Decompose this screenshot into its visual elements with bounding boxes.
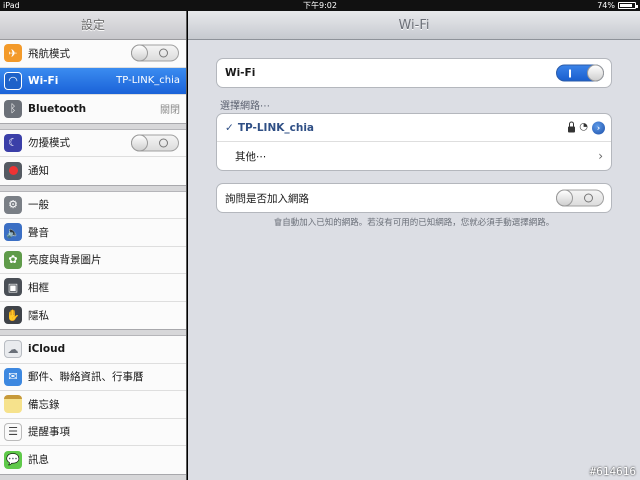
airplane-icon: ✈ bbox=[4, 44, 22, 63]
sidebar-item-wifi[interactable]: ◠ Wi-Fi TP-LINK_chia bbox=[0, 67, 186, 95]
notification-icon bbox=[4, 161, 22, 180]
clock: 下午9:02 bbox=[303, 1, 337, 10]
sidebar-item-label: iCloud bbox=[28, 343, 66, 356]
wifi-toggle-card: Wi-Fi bbox=[216, 58, 612, 88]
ask-to-join-switch[interactable] bbox=[556, 189, 604, 207]
wifi-switch[interactable] bbox=[556, 64, 604, 82]
sidebar-item-sounds[interactable]: 🔈 聲音 bbox=[0, 219, 186, 247]
sidebar-item-label: 訊息 bbox=[28, 454, 49, 467]
ask-to-join-card: 詢問是否加入網路 bbox=[216, 183, 612, 213]
sidebar-item-notes[interactable]: 備忘錄 bbox=[0, 391, 186, 419]
sidebar-item-bluetooth[interactable]: ᛒ Bluetooth 關閉 bbox=[0, 95, 186, 123]
hand-icon: ✋ bbox=[4, 306, 22, 325]
sidebar-item-messages[interactable]: 💬 訊息 bbox=[0, 446, 186, 474]
wifi-signal-icon: ◔ bbox=[579, 121, 588, 133]
network-list: ✓ TP-LINK_chia ◔ › 其他⋯ › bbox=[216, 113, 612, 171]
sidebar-item-value: TP-LINK_chia bbox=[116, 75, 180, 87]
bluetooth-icon: ᛒ bbox=[4, 99, 22, 118]
sidebar-item-brightness-wallpaper[interactable]: ✿ 亮度與背景圖片 bbox=[0, 247, 186, 274]
status-bar: iPad 下午9:02 74% bbox=[0, 0, 640, 11]
sidebar-group-accounts: ☁ iCloud ✉ 郵件、聯絡資訊、行事曆 備忘錄 ☰ 提醒事項 💬 訊息 bbox=[0, 336, 186, 475]
network-name: TP-LINK_chia bbox=[237, 121, 314, 134]
choose-network-label: 選擇網路⋯ bbox=[220, 101, 270, 112]
speaker-icon: 🔈 bbox=[4, 223, 22, 242]
wifi-detail-panel: Wi-Fi Wi-Fi 選擇網路⋯ ✓ TP-LINK_chia ◔ › 其他⋯… bbox=[188, 11, 640, 480]
network-row-other[interactable]: 其他⋯ › bbox=[217, 142, 611, 170]
sidebar-item-do-not-disturb[interactable]: ☾ 勿擾模式 bbox=[0, 130, 186, 157]
sidebar-item-value: 關閉 bbox=[160, 105, 180, 117]
notes-icon bbox=[4, 395, 22, 414]
mail-icon: ✉ bbox=[4, 367, 22, 386]
checkmark-icon: ✓ bbox=[225, 121, 234, 134]
sidebar-item-picture-frame[interactable]: ▣ 相框 bbox=[0, 274, 186, 302]
sidebar-title: 設定 bbox=[0, 11, 186, 40]
sidebar-group-connectivity: ✈ 飛航模式 ◠ Wi-Fi TP-LINK_chia ᛒ Bluetooth … bbox=[0, 40, 186, 124]
sidebar-item-label: 相框 bbox=[28, 281, 49, 294]
sidebar-item-label: 隱私 bbox=[28, 309, 49, 322]
battery-percent: 74% bbox=[597, 1, 615, 10]
ask-to-join-hint: 會自動加入已知的網路。若沒有可用的已知網路，您就必須手動選擇網路。 bbox=[273, 218, 555, 228]
wifi-icon: ◠ bbox=[4, 71, 22, 90]
lock-icon bbox=[568, 121, 576, 132]
reminders-icon: ☰ bbox=[4, 422, 22, 441]
page-title: Wi-Fi bbox=[188, 11, 640, 40]
ask-to-join-row: 詢問是否加入網路 bbox=[217, 184, 611, 212]
info-icon[interactable]: › bbox=[592, 121, 605, 134]
sidebar-item-label: 通知 bbox=[28, 165, 49, 178]
sidebar-item-label: 提醒事項 bbox=[28, 426, 70, 439]
chevron-right-icon: › bbox=[598, 149, 603, 163]
sidebar-item-privacy[interactable]: ✋ 隱私 bbox=[0, 302, 186, 330]
sidebar-group-device: ⚙ 一般 🔈 聲音 ✿ 亮度與背景圖片 ▣ 相框 ✋ 隱私 bbox=[0, 191, 186, 330]
sidebar-item-label: 一般 bbox=[28, 199, 49, 212]
cloud-icon: ☁ bbox=[4, 340, 22, 359]
battery-icon bbox=[618, 2, 638, 9]
moon-icon: ☾ bbox=[4, 133, 22, 152]
ask-to-join-label: 詢問是否加入網路 bbox=[225, 192, 309, 205]
wifi-toggle-label: Wi-Fi bbox=[225, 67, 256, 79]
wifi-toggle-row: Wi-Fi bbox=[217, 59, 611, 87]
brightness-icon: ✿ bbox=[4, 250, 22, 269]
messages-icon: 💬 bbox=[4, 450, 22, 469]
battery-status: 74% bbox=[597, 0, 638, 11]
gear-icon: ⚙ bbox=[4, 195, 22, 214]
sidebar-item-notifications[interactable]: 通知 bbox=[0, 157, 186, 185]
sidebar-item-general[interactable]: ⚙ 一般 bbox=[0, 192, 186, 219]
network-row-tp-link-chia[interactable]: ✓ TP-LINK_chia ◔ › bbox=[217, 114, 611, 142]
sidebar-item-label: 備忘錄 bbox=[28, 398, 60, 411]
sidebar-item-reminders[interactable]: ☰ 提醒事項 bbox=[0, 419, 186, 446]
sidebar-item-icloud[interactable]: ☁ iCloud bbox=[0, 336, 186, 364]
airplane-mode-switch[interactable] bbox=[131, 44, 179, 62]
watermark: #614616 bbox=[589, 465, 636, 478]
picture-frame-icon: ▣ bbox=[4, 278, 22, 297]
settings-sidebar: 設定 ✈ 飛航模式 ◠ Wi-Fi TP-LINK_chia ᛒ Bluetoo… bbox=[0, 11, 187, 480]
do-not-disturb-switch[interactable] bbox=[131, 134, 179, 152]
sidebar-item-airplane-mode[interactable]: ✈ 飛航模式 bbox=[0, 40, 186, 68]
sidebar-item-label: 亮度與背景圖片 bbox=[28, 254, 102, 267]
sidebar-item-label: 聲音 bbox=[28, 226, 49, 239]
sidebar-item-mail-contacts-calendars[interactable]: ✉ 郵件、聯絡資訊、行事曆 bbox=[0, 364, 186, 391]
sidebar-group-notifications: ☾ 勿擾模式 通知 bbox=[0, 129, 186, 186]
network-name: 其他⋯ bbox=[235, 150, 267, 163]
sidebar-item-label: 郵件、聯絡資訊、行事曆 bbox=[28, 371, 144, 384]
